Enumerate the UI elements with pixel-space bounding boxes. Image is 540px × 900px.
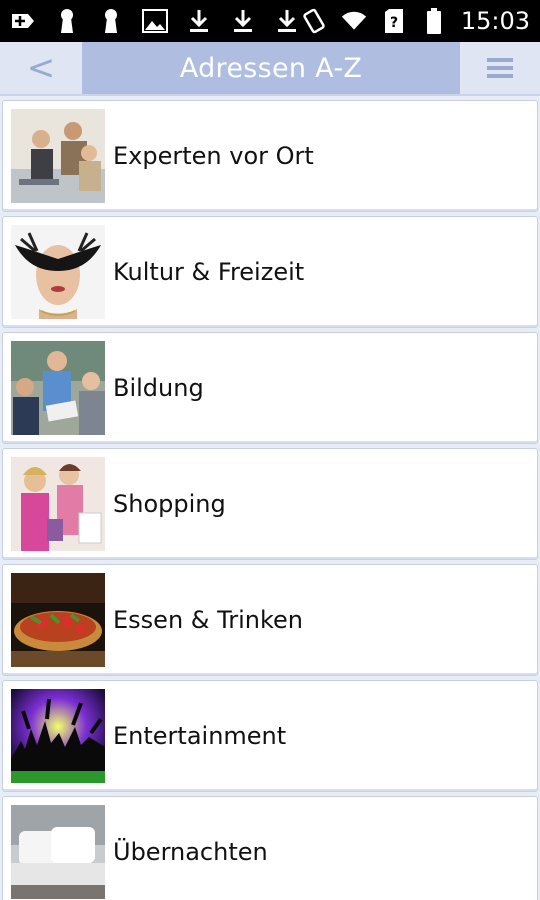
- list-item-label: Bildung: [113, 374, 204, 402]
- list-item-label: Übernachten: [113, 838, 268, 866]
- list-item-experten[interactable]: Experten vor Ort: [2, 100, 538, 212]
- masked-woman-photo: [11, 225, 105, 319]
- list-item-kultur[interactable]: Kultur & Freizeit: [2, 216, 538, 328]
- status-notifications: [10, 8, 300, 34]
- teacher-students-photo: [11, 341, 105, 435]
- menu-button[interactable]: [460, 42, 540, 94]
- sim-unknown-icon: ?: [381, 8, 407, 34]
- download-icon: [274, 8, 300, 34]
- hotel-bed-photo: [11, 805, 105, 899]
- list-item-bildung[interactable]: Bildung: [2, 332, 538, 444]
- download-icon: [230, 8, 256, 34]
- back-button[interactable]: <: [0, 42, 82, 94]
- svg-text:?: ?: [390, 15, 398, 31]
- keyhole-icon: [54, 8, 80, 34]
- status-system: ? 15:03: [301, 7, 530, 35]
- chevron-left-icon: <: [26, 48, 56, 88]
- party-crowd-photo: [11, 689, 105, 783]
- image-icon: [142, 8, 168, 34]
- list-item-label: Essen & Trinken: [113, 606, 304, 634]
- list-item-label: Kultur & Freizeit: [113, 258, 305, 286]
- list-item-entertainment[interactable]: Entertainment: [2, 680, 538, 792]
- download-icon: [186, 8, 212, 34]
- status-bar: ? 15:03: [0, 0, 540, 42]
- hamburger-menu-icon: [487, 58, 513, 78]
- list-item-label: Experten vor Ort: [113, 142, 314, 170]
- list-item-label: Entertainment: [113, 722, 287, 750]
- page-title: Adressen A-Z: [179, 52, 363, 84]
- list-item-shopping[interactable]: Shopping: [2, 448, 538, 560]
- battery-icon: [421, 8, 447, 34]
- status-time: 15:03: [460, 7, 530, 35]
- list-item-uebernachten[interactable]: Übernachten: [2, 796, 538, 900]
- category-list: Experten vor Ort Kultur & Freizeit Bildu…: [0, 100, 540, 900]
- business-meeting-photo: [11, 109, 105, 203]
- shopping-women-photo: [11, 457, 105, 551]
- app-header: < Adressen A-Z: [0, 42, 540, 96]
- notification-plus-icon: [10, 8, 36, 34]
- pizza-food-photo: [11, 573, 105, 667]
- list-item-label: Shopping: [113, 490, 226, 518]
- wifi-icon: [341, 8, 367, 34]
- list-item-essen[interactable]: Essen & Trinken: [2, 564, 538, 676]
- keyhole-icon: [98, 8, 124, 34]
- screen-rotation-icon: [301, 8, 327, 34]
